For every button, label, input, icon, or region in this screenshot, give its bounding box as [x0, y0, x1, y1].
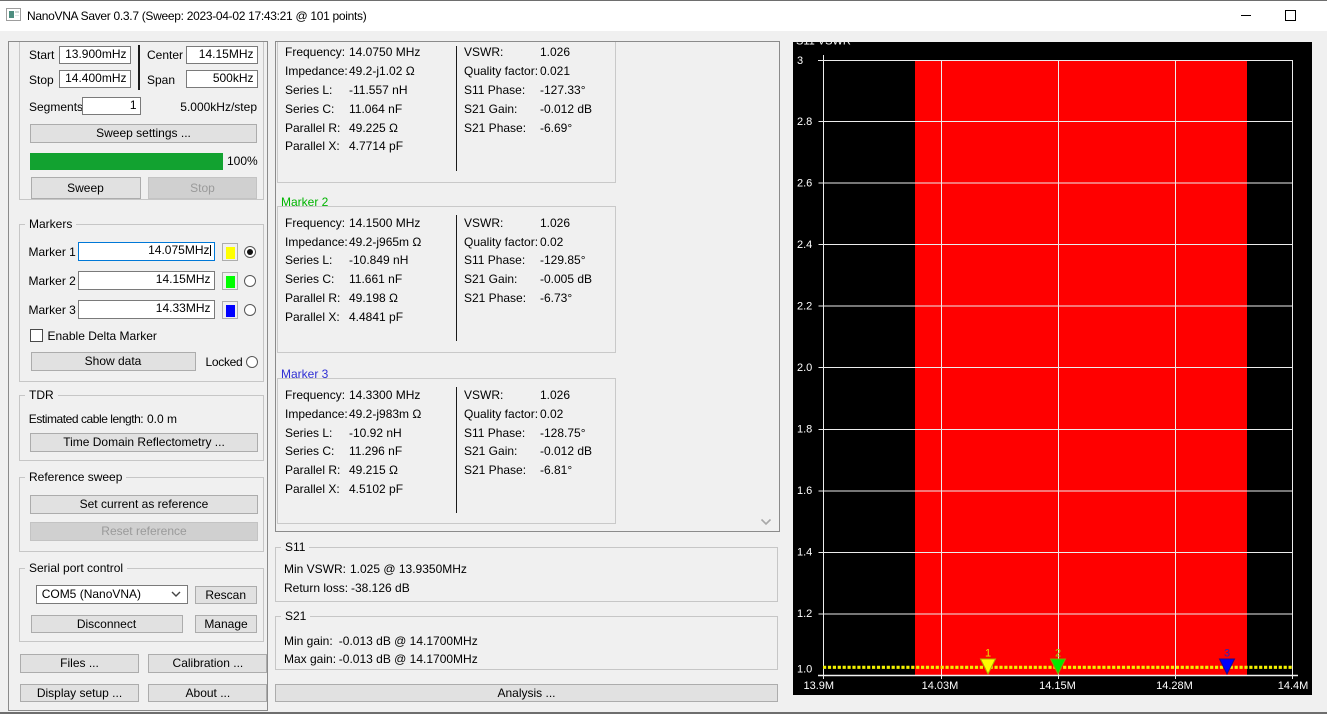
svg-text:1.4: 1.4 — [797, 547, 812, 559]
svg-text:1.2: 1.2 — [797, 608, 812, 620]
svg-text:2.8: 2.8 — [797, 116, 812, 128]
svg-text:3: 3 — [797, 55, 803, 67]
svg-text:2.2: 2.2 — [797, 300, 812, 312]
svg-text:14.28M: 14.28M — [1156, 680, 1193, 692]
svg-text:1.8: 1.8 — [797, 424, 812, 436]
svg-text:14.15M: 14.15M — [1039, 680, 1076, 692]
svg-text:1: 1 — [985, 648, 991, 660]
svg-text:1.0: 1.0 — [797, 664, 812, 676]
svg-text:14.03M: 14.03M — [922, 680, 959, 692]
svg-text:2: 2 — [1055, 648, 1061, 660]
svg-text:2.0: 2.0 — [797, 362, 812, 374]
svg-text:2.4: 2.4 — [797, 239, 812, 251]
svg-text:S11 VSWR: S11 VSWR — [796, 42, 851, 48]
svg-text:1.6: 1.6 — [797, 485, 812, 497]
svg-text:14.4M: 14.4M — [1278, 680, 1309, 692]
svg-text:13.9M: 13.9M — [804, 680, 835, 692]
svg-text:3: 3 — [1224, 648, 1230, 660]
svg-text:2.6: 2.6 — [797, 177, 812, 189]
